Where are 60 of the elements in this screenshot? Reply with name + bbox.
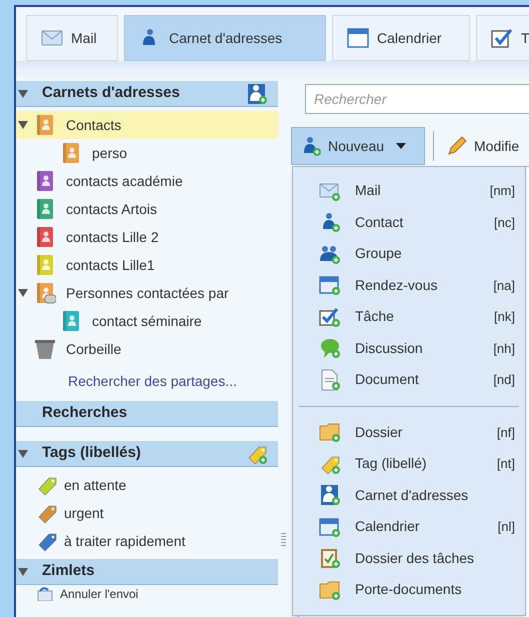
tag-item[interactable]: urgent <box>16 499 278 527</box>
folder-icon <box>319 578 341 601</box>
document-icon <box>319 368 341 391</box>
tab[interactable]: T <box>476 15 529 61</box>
tree-item[interactable]: contacts Lille 2 <box>16 223 278 251</box>
clipboard-icon <box>319 547 341 570</box>
menu-item[interactable]: Dossier [nf] <box>293 416 525 448</box>
menu-item[interactable]: Rendez-vous [na] <box>293 270 525 301</box>
tab[interactable]: Calendrier <box>332 15 470 61</box>
tab[interactable]: Mail <box>26 15 118 61</box>
menu-item[interactable]: Porte-documents <box>293 574 525 606</box>
expander-triangle-icon[interactable] <box>18 566 28 578</box>
search-field[interactable]: Rechercher <box>305 84 529 114</box>
tag-item[interactable]: à traiter rapidement <box>16 527 278 555</box>
folder-icon <box>319 421 341 444</box>
envelope-icon <box>36 587 54 601</box>
menu-item[interactable]: Tâche [nk] <box>293 301 525 332</box>
tree-item[interactable]: contacts académie <box>16 167 278 195</box>
trash-icon <box>34 338 56 360</box>
caret-icon <box>396 143 406 149</box>
menu-item[interactable]: Contact [nc] <box>293 206 525 238</box>
menu-item[interactable]: Mail [nm] <box>293 175 525 206</box>
calendar-icon <box>319 516 341 538</box>
tab[interactable]: Carnet d'adresses <box>124 15 326 61</box>
menu-item[interactable]: Document [nd] <box>293 364 525 396</box>
address-book-icon <box>319 484 341 506</box>
expander-triangle-icon[interactable] <box>18 119 28 131</box>
new-button[interactable]: Nouveau <box>291 127 425 165</box>
splitter-grip-icon[interactable] <box>281 533 286 547</box>
menu-item[interactable]: Carnet d'adresses <box>293 480 525 511</box>
checkbox-icon <box>491 27 513 49</box>
menu-item[interactable]: Dossier des tâches <box>293 542 525 574</box>
calendar-icon <box>319 274 341 296</box>
section-title: Zimlets <box>42 561 96 582</box>
tree-item[interactable]: contacts Artois <box>16 195 278 223</box>
section-title: Recherches <box>42 403 128 424</box>
calendar-icon <box>347 27 369 49</box>
tree-item[interactable]: contacts Lille1 <box>16 251 278 279</box>
edit-button[interactable]: Modifie <box>442 127 520 165</box>
speech-bubble-icon <box>319 337 341 360</box>
tree-item[interactable]: contact séminaire <box>16 307 278 335</box>
section-title: Tags (libellés) <box>42 443 142 464</box>
tree-item[interactable]: Personnes contactées par <box>16 279 278 307</box>
tree-item[interactable]: Corbeille <box>16 335 278 363</box>
pencil-icon <box>446 135 468 157</box>
zimlet-item[interactable]: Annuler l'envoi <box>16 585 278 601</box>
menu-item[interactable]: Discussion [nh] <box>293 332 525 364</box>
menu-item[interactable]: Groupe <box>293 238 525 270</box>
menu-item[interactable]: Tag (libellé) [nt] <box>293 448 525 480</box>
expander-triangle-icon[interactable] <box>18 88 28 100</box>
tag-item[interactable]: en attente <box>16 471 278 499</box>
checkbox-icon <box>319 306 341 328</box>
menu-item[interactable]: Calendrier [nl] <box>293 511 525 542</box>
tree-item[interactable]: perso <box>16 139 278 167</box>
tree-item[interactable]: Contacts <box>16 111 278 139</box>
section-title: Carnets d'adresses <box>42 83 181 104</box>
add-address-book-icon[interactable] <box>246 82 268 104</box>
expander-triangle-icon[interactable] <box>18 448 28 460</box>
expander-triangle-icon[interactable] <box>18 287 28 299</box>
search-shares-link[interactable]: Rechercher des partages... <box>16 363 278 401</box>
